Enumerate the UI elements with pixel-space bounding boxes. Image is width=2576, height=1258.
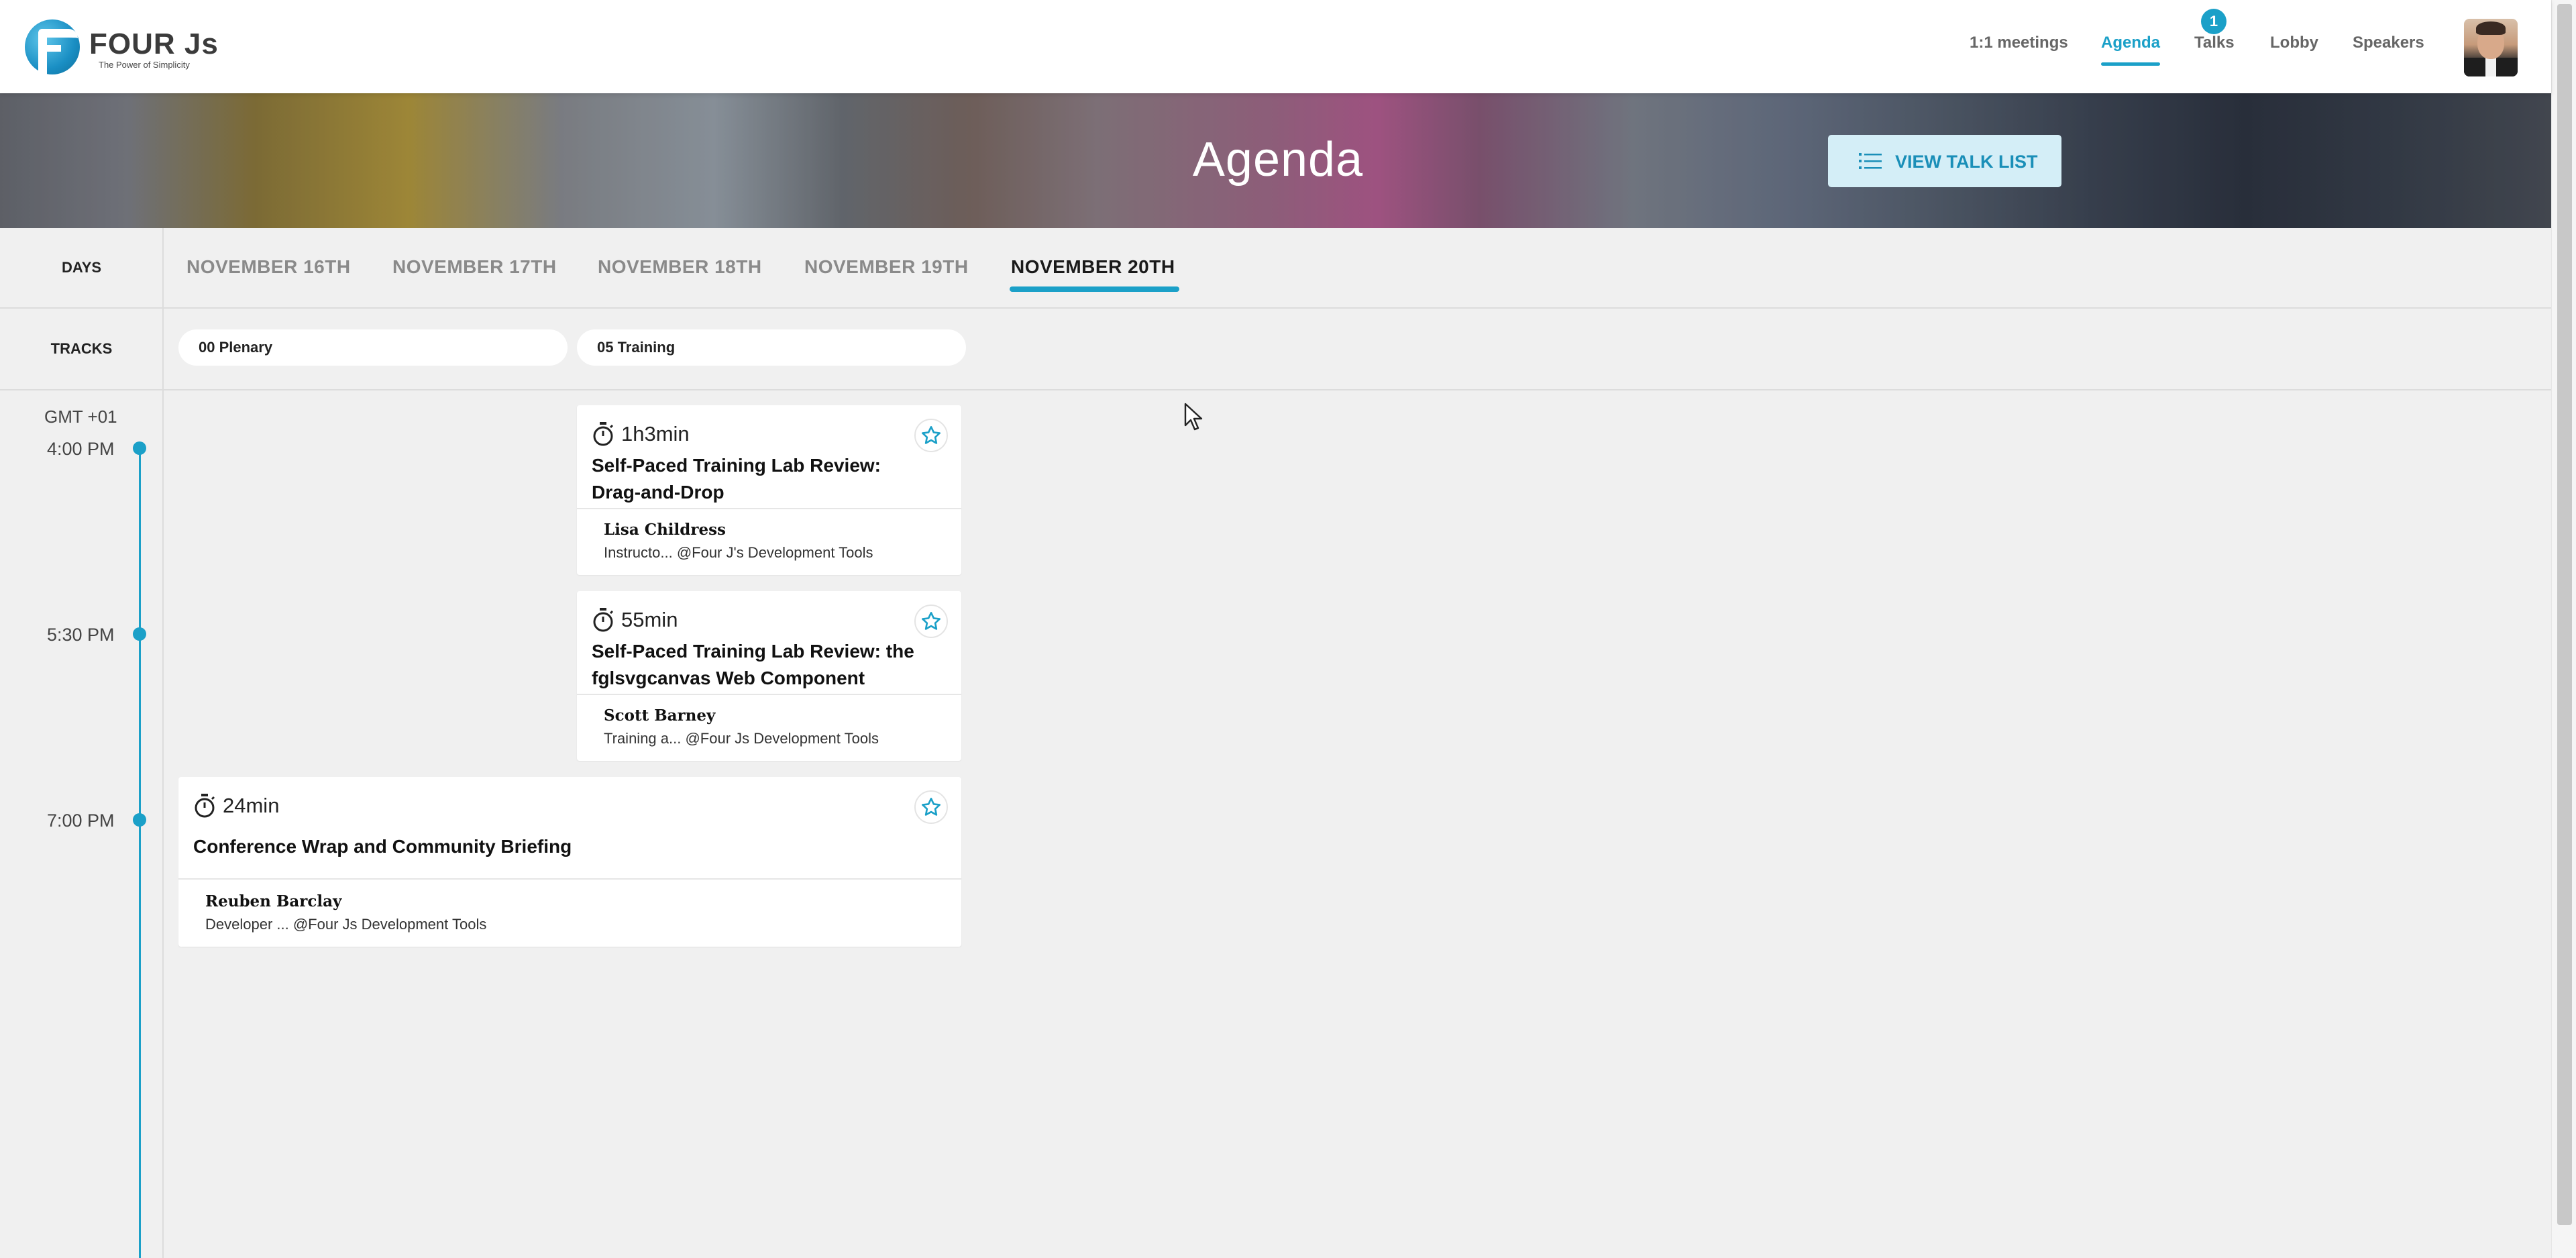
talk-duration-text: 24min (223, 794, 280, 817)
talk-title: Self-Paced Training Lab Review: Drag-and… (592, 455, 881, 503)
speaker-role: Instructo... @Four J's Development Tools (604, 544, 873, 561)
favorite-star-button[interactable] (914, 605, 948, 638)
track-training[interactable]: 05 Training (577, 329, 966, 366)
track-plenary[interactable]: 00 Plenary (178, 329, 568, 366)
card-separator (577, 694, 961, 695)
view-talk-list-label: VIEW TALK LIST (1895, 152, 2038, 172)
star-icon (922, 612, 941, 630)
talk-duration: 24min (193, 793, 279, 819)
tab-november-20[interactable]: NOVEMBER 20TH (1010, 256, 1179, 292)
stopwatch-icon (593, 422, 614, 446)
talk-title: Self-Paced Training Lab Review: the fgls… (592, 641, 914, 688)
user-avatar[interactable] (2464, 19, 2518, 76)
favorite-star-button[interactable] (914, 790, 948, 824)
timezone-label: GMT +01 (44, 407, 117, 427)
time-dot (133, 441, 146, 455)
talk-duration: 55min (592, 607, 678, 633)
favorite-star-button[interactable] (914, 419, 948, 452)
talk-duration: 1h3min (592, 421, 690, 447)
talks-badge: 1 (2201, 9, 2226, 34)
speaker-name: Reuben Barclay (205, 892, 342, 910)
tracks-label: TRACKS (50, 340, 113, 357)
scrollbar-thumb[interactable] (2557, 4, 2572, 1225)
tracks-divider (0, 389, 2551, 390)
mouse-cursor-icon (1184, 403, 1203, 431)
nav-1-1-meetings[interactable]: 1:1 meetings (1970, 34, 2068, 52)
time-dot (133, 813, 146, 827)
page-title: Agenda (1192, 133, 1364, 187)
talk-card[interactable]: 55min Self-Paced Training Lab Review: th… (577, 591, 961, 761)
avatar-shirt (2485, 58, 2496, 76)
days-label: DAYS (61, 259, 102, 276)
view-talk-list-button[interactable]: VIEW TALK LIST (1828, 135, 2061, 187)
star-icon (922, 426, 941, 444)
card-separator (178, 878, 961, 880)
time-dot (133, 627, 146, 641)
card-separator (577, 508, 961, 509)
avatar-hair (2476, 21, 2506, 35)
nav-lobby[interactable]: Lobby (2270, 34, 2318, 52)
page-scrollbar[interactable] (2551, 0, 2576, 1258)
talk-card[interactable]: 24min Conference Wrap and Community Brie… (178, 777, 961, 947)
logo-text: FOUR Js (89, 28, 219, 60)
speaker-role: Training a... @Four Js Development Tools (604, 730, 879, 747)
talk-duration-text: 55min (621, 608, 678, 631)
logo-tagline: The Power of Simplicity (99, 60, 190, 70)
speaker-role: Developer ... @Four Js Development Tools (205, 916, 487, 933)
four-js-logo-icon (25, 19, 80, 75)
column-divider (162, 228, 164, 1258)
talk-duration-text: 1h3min (621, 422, 690, 445)
top-header: FOUR Js The Power of Simplicity 1:1 meet… (0, 0, 2551, 93)
agenda-banner: Agenda VIEW TALK LIST (0, 93, 2551, 228)
time-label-530pm: 5:30 PM (47, 625, 115, 645)
tab-november-17[interactable]: NOVEMBER 17TH (392, 256, 557, 278)
speaker-name: Scott Barney (604, 706, 716, 725)
talk-title: Conference Wrap and Community Briefing (193, 836, 572, 857)
nav-talks[interactable]: Talks (2194, 34, 2235, 52)
tab-november-19[interactable]: NOVEMBER 19TH (804, 256, 969, 278)
star-icon (922, 798, 941, 816)
talk-card[interactable]: 1h3min Self-Paced Training Lab Review: D… (577, 405, 961, 575)
stopwatch-icon (195, 794, 215, 818)
time-label-4pm: 4:00 PM (47, 439, 115, 459)
tab-november-16[interactable]: NOVEMBER 16TH (186, 256, 351, 278)
stopwatch-icon (593, 608, 614, 632)
list-icon (1859, 153, 1882, 169)
time-label-7pm: 7:00 PM (47, 810, 115, 831)
timeline-line (139, 448, 141, 1258)
nav-speakers[interactable]: Speakers (2353, 34, 2424, 52)
speaker-name: Lisa Childress (604, 521, 727, 539)
days-divider (0, 307, 2551, 309)
nav-agenda[interactable]: Agenda (2101, 34, 2161, 66)
tab-november-18[interactable]: NOVEMBER 18TH (598, 256, 762, 278)
four-js-logo[interactable]: FOUR Js The Power of Simplicity (25, 19, 219, 75)
